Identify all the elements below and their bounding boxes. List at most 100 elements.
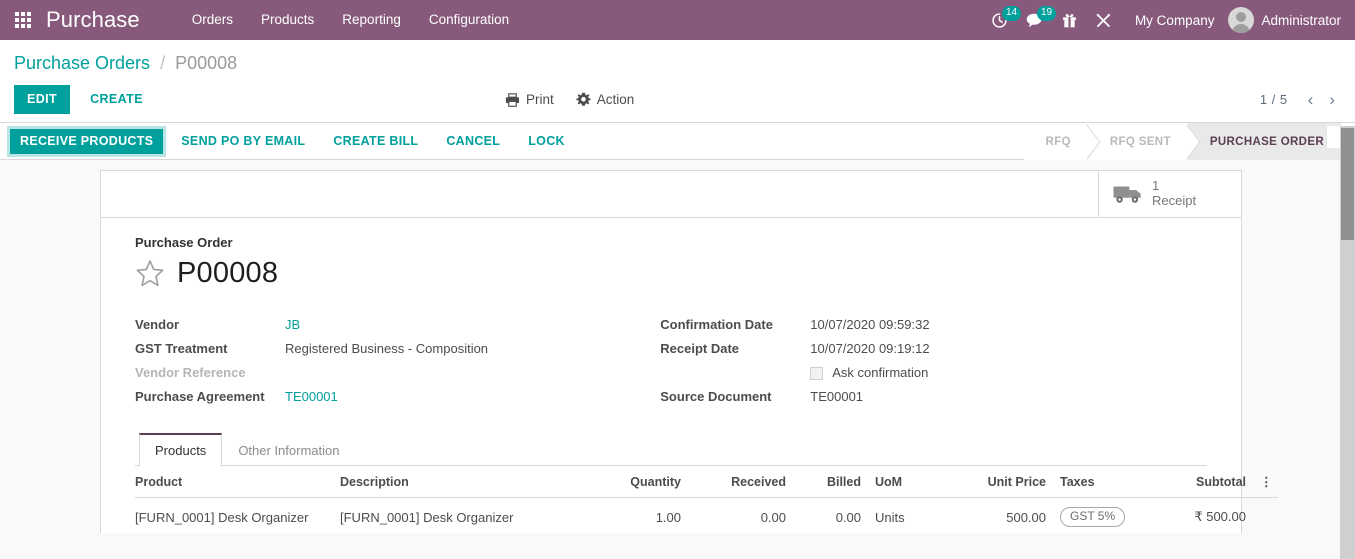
cell-taxes: GST 5%: [1060, 498, 1155, 534]
form-column-right: Confirmation Date 10/07/2020 09:59:32 Re…: [660, 313, 1207, 409]
receipt-stat-text: 1 Receipt: [1152, 179, 1196, 209]
pager: 1 / 5 ‹ ›: [1260, 77, 1341, 122]
receive-products-button[interactable]: RECEIVE PRODUCTS: [10, 129, 163, 154]
star-outline-icon[interactable]: [135, 259, 165, 288]
menu-item-orders[interactable]: Orders: [178, 0, 247, 40]
tab-products[interactable]: Products: [139, 433, 222, 466]
breadcrumb-root-link[interactable]: Purchase Orders: [14, 53, 150, 73]
user-name-label: Administrator: [1261, 13, 1345, 28]
cell-received: 0.00: [695, 498, 800, 534]
action-label: Action: [597, 92, 635, 107]
print-label: Print: [526, 92, 554, 107]
print-dropdown[interactable]: Print: [505, 92, 554, 107]
pager-next-button[interactable]: ›: [1323, 91, 1341, 108]
user-menu[interactable]: Administrator: [1228, 7, 1345, 33]
field-label-vendor-reference: Vendor Reference: [135, 361, 285, 385]
odoo-purchase-order-page: Purchase Orders Products Reporting Confi…: [0, 0, 1355, 559]
menu-item-reporting[interactable]: Reporting: [328, 0, 415, 40]
receipt-stat-button[interactable]: 1 Receipt: [1098, 171, 1241, 217]
cancel-button[interactable]: CANCEL: [436, 129, 510, 154]
form-fields-grid: Vendor JB GST Treatment Registered Busin…: [135, 313, 1207, 409]
printer-icon: [505, 93, 520, 107]
field-row-vendor-reference: Vendor Reference: [135, 361, 660, 385]
action-dropdown[interactable]: Action: [576, 92, 635, 107]
gift-menu-button[interactable]: [1062, 12, 1077, 28]
vertical-dots-icon[interactable]: ⋮: [1260, 466, 1278, 498]
field-label-gst-treatment: GST Treatment: [135, 337, 285, 361]
send-po-by-email-button[interactable]: SEND PO BY EMAIL: [171, 129, 315, 154]
form-sheet-inner: Purchase Order P00008 Vendor JB: [101, 218, 1241, 533]
tax-badge: GST 5%: [1060, 507, 1125, 527]
control-panel-dropdowns: Print Action: [505, 77, 634, 122]
cell-unit-price: 500.00: [955, 498, 1060, 534]
create-button[interactable]: CREATE: [78, 85, 155, 114]
column-header-taxes: Taxes: [1060, 466, 1155, 498]
column-header-subtotal: Subtotal: [1155, 466, 1260, 498]
sheet-corner-grip: [1326, 126, 1340, 148]
cell-subtotal: ₹ 500.00: [1155, 498, 1260, 534]
avatar: [1228, 7, 1254, 33]
order-lines-table: Product Description Quantity Received Bi…: [135, 466, 1278, 533]
menu-item-products[interactable]: Products: [247, 0, 328, 40]
column-header-product: Product: [135, 466, 340, 498]
messaging-counter-badge: 19: [1037, 6, 1056, 21]
menu-item-configuration[interactable]: Configuration: [415, 0, 523, 40]
pager-previous-button[interactable]: ‹: [1302, 91, 1320, 108]
column-header-received: Received: [695, 466, 800, 498]
breadcrumb: Purchase Orders / P00008: [14, 51, 1355, 75]
messaging-menu-button[interactable]: 19: [1026, 12, 1044, 29]
receipt-count: 1: [1152, 179, 1196, 194]
field-value-purchase-agreement[interactable]: TE00001: [285, 385, 338, 409]
vertical-scrollbar-thumb[interactable]: [1341, 128, 1354, 240]
activity-menu-button[interactable]: 14: [991, 12, 1008, 29]
pager-value: 1 / 5: [1260, 92, 1288, 107]
field-label-source-document: Source Document: [660, 385, 810, 409]
lock-button[interactable]: LOCK: [518, 129, 575, 154]
record-title-row: P00008: [135, 257, 1207, 289]
column-header-uom: UoM: [875, 466, 955, 498]
truck-icon: [1113, 184, 1143, 205]
company-switcher[interactable]: My Company: [1135, 13, 1215, 28]
tab-other-information[interactable]: Other Information: [222, 433, 355, 466]
column-header-quantity: Quantity: [590, 466, 695, 498]
field-value-gst-treatment: Registered Business - Composition: [285, 337, 488, 361]
field-row-vendor: Vendor JB: [135, 313, 660, 337]
main-menu: Orders Products Reporting Configuration: [178, 0, 523, 40]
table-header-row: Product Description Quantity Received Bi…: [135, 466, 1278, 498]
form-column-left: Vendor JB GST Treatment Registered Busin…: [135, 313, 660, 409]
stage-purchase-order[interactable]: PURCHASE ORDER: [1188, 123, 1341, 160]
record-name: P00008: [177, 257, 278, 289]
edit-button[interactable]: EDIT: [14, 85, 70, 114]
field-label-vendor: Vendor: [135, 313, 285, 337]
ask-confirmation-checkbox[interactable]: [810, 367, 823, 380]
field-label-confirmation-date: Confirmation Date: [660, 313, 810, 337]
field-row-receipt-date: Receipt Date 10/07/2020 09:19:12: [660, 337, 1207, 361]
stat-button-box: 1 Receipt: [101, 170, 1241, 218]
create-bill-button[interactable]: CREATE BILL: [323, 129, 428, 154]
receipt-label: Receipt: [1152, 194, 1196, 209]
cell-uom: Units: [875, 498, 955, 534]
field-row-source-document: Source Document TE00001: [660, 385, 1207, 409]
stage-rfq-sent[interactable]: RFQ SENT: [1088, 123, 1188, 160]
field-label-receipt-date: Receipt Date: [660, 337, 810, 361]
breadcrumb-current: P00008: [175, 53, 237, 73]
form-sheet: 1 Receipt Purchase Order P00008: [100, 170, 1242, 533]
form-statusbar-row: RECEIVE PRODUCTS SEND PO BY EMAIL CREATE…: [0, 123, 1355, 160]
field-row-purchase-agreement: Purchase Agreement TE00001: [135, 385, 660, 409]
notebook: Products Other Information: [135, 433, 1207, 533]
field-value-vendor[interactable]: JB: [285, 313, 300, 337]
field-value-source-document: TE00001: [810, 385, 863, 409]
apps-menu-button[interactable]: [0, 0, 46, 40]
table-row[interactable]: [FURN_0001] Desk Organizer [FURN_0001] D…: [135, 498, 1278, 534]
column-header-billed: Billed: [800, 466, 875, 498]
control-panel: Purchase Orders / P00008 EDIT CREATE Pri…: [0, 40, 1355, 123]
gift-icon: [1062, 12, 1077, 28]
app-brand-title[interactable]: Purchase: [46, 0, 140, 40]
cell-quantity: 1.00: [590, 498, 695, 534]
form-sheet-wrapper: 1 Receipt Purchase Order P00008: [100, 170, 1242, 533]
developer-tools-button[interactable]: [1095, 12, 1112, 29]
cell-product: [FURN_0001] Desk Organizer: [135, 498, 340, 534]
notebook-tabs: Products Other Information: [135, 433, 1207, 466]
stage-rfq[interactable]: RFQ: [1024, 123, 1088, 160]
cell-optional-spacer: [1260, 498, 1278, 534]
